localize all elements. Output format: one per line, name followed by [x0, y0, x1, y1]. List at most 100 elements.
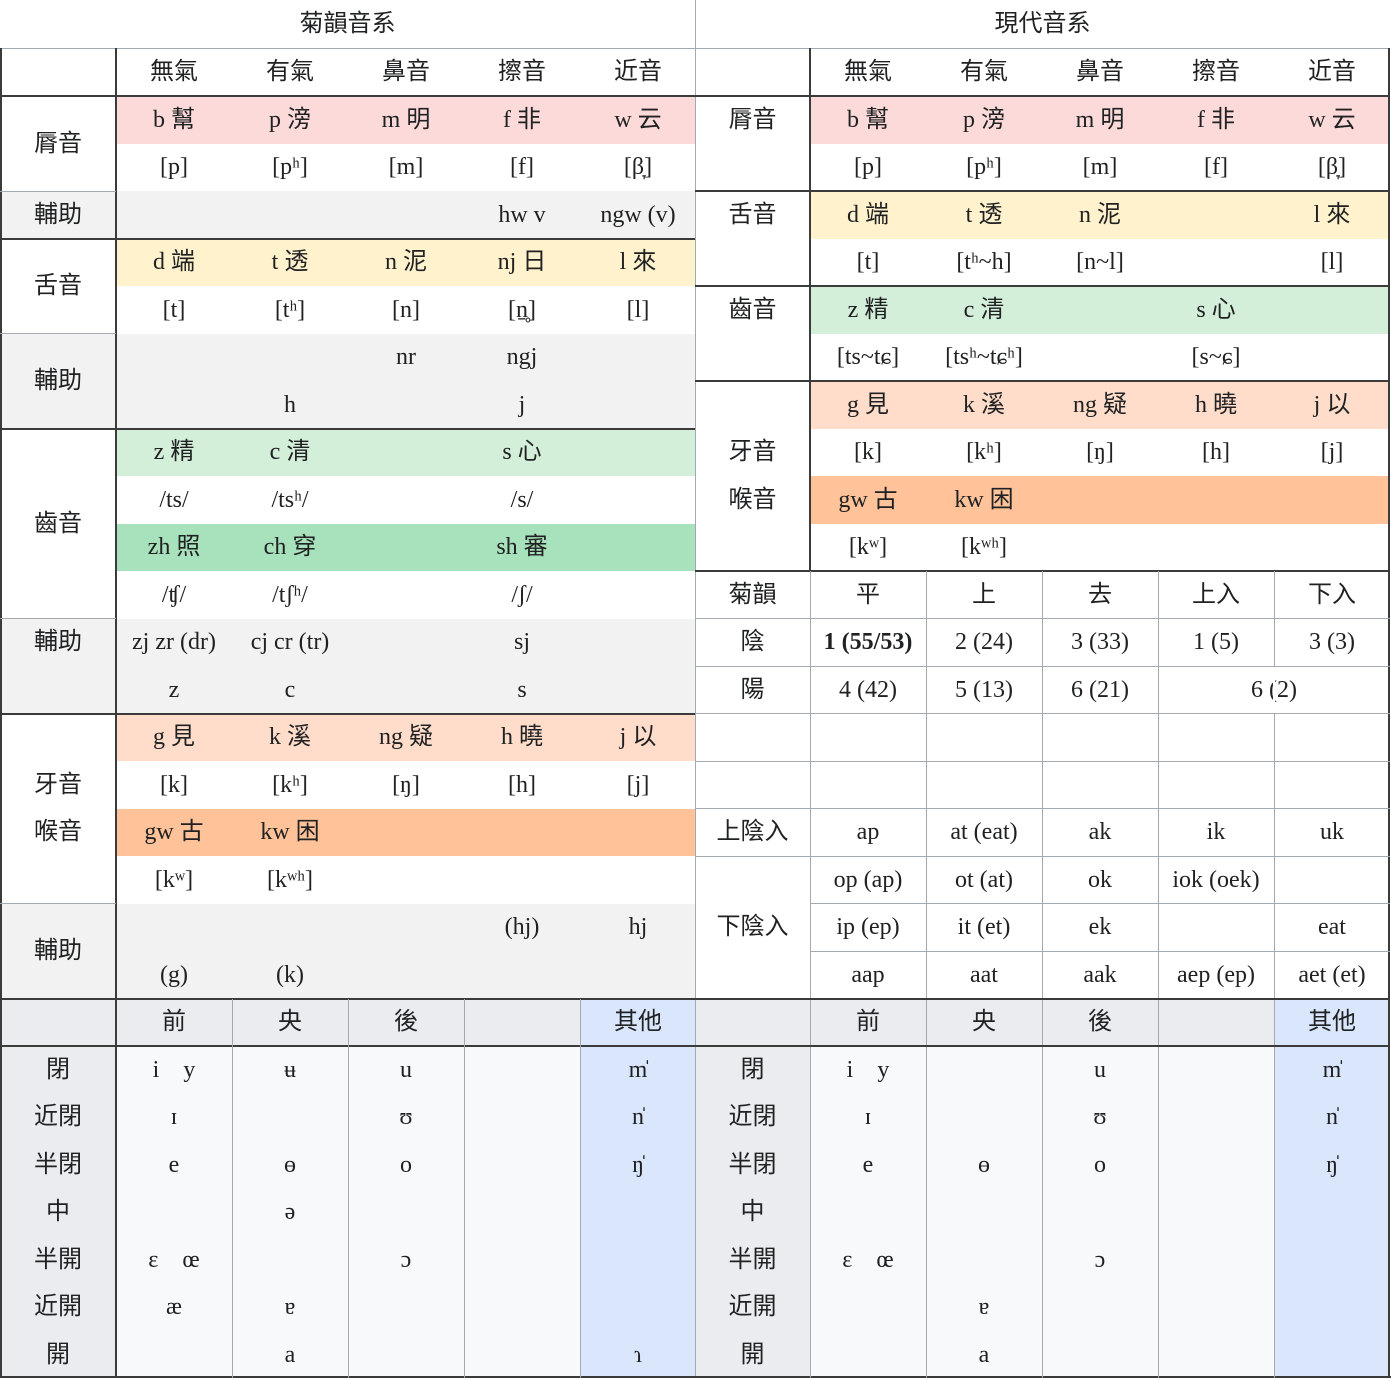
right-vowel-header: 後: [1088, 1009, 1112, 1036]
checked-lower-final: aet (et): [1298, 961, 1366, 988]
right-labiovelar-ipa: [kʷ]: [848, 534, 888, 561]
checked-upper-final: at (eat): [950, 819, 1018, 846]
left-aux-line: [0, 190, 116, 192]
checked-lower-final: ek: [1088, 914, 1112, 941]
right-labial-ipa: [p]: [854, 154, 882, 181]
right-vowel-height-label: 中: [740, 1199, 765, 1226]
left-vowel-back: o: [400, 1151, 412, 1178]
left-section-line: [0, 237, 695, 240]
right-manner-header: 近音: [1308, 59, 1356, 85]
left-velar-letter: ng 疑: [379, 724, 433, 751]
left-labial-letter: m 明: [381, 106, 431, 133]
left-labial-letter: f 非: [503, 106, 541, 133]
tone-yin-value: 3 (33): [1071, 629, 1129, 656]
right-labial-letter: p 滂: [963, 106, 1005, 133]
right-vowel-central: a: [978, 1341, 990, 1368]
tone-yin-value: 2 (24): [955, 629, 1013, 656]
left-labial-ipa: [β̞]: [623, 154, 653, 181]
right-coronal-ipa: [l]: [1320, 249, 1344, 276]
left-sibilant-phoneme: /s/: [510, 486, 534, 513]
left-retroflex-letter: zh 照: [147, 534, 201, 561]
right-row-line: [810, 903, 1390, 904]
left-coronal-aux-fricative: ngj: [506, 344, 538, 371]
checked-lower-final: op (ap): [833, 866, 903, 893]
tone-yin-value: 1 (5): [1193, 629, 1239, 656]
right-vowel-back: u: [1094, 1056, 1106, 1083]
right-coronal-letter: t 透: [965, 201, 1003, 228]
left-coronal-letter: n 泥: [385, 249, 427, 276]
left-vowel-height-label: 近開: [34, 1294, 82, 1321]
left-manner-header: 無氣: [150, 59, 198, 85]
right-labial-ipa: [m]: [1082, 154, 1118, 181]
right-labiovelar-ipa: [kʷʰ]: [961, 534, 1007, 561]
left-sibilant-aux-cell: z: [168, 676, 180, 703]
right-velar-letter: k 溪: [963, 391, 1005, 418]
phonology-comparison-tables: 菊韻音系 現代音系 無氣 有氣 鼻音 擦音 近音 無氣 有氣 鼻音 擦音 近音 脣音 b 幫 p 滂 m 明 f…: [0, 0, 1391, 1378]
left-labial-aux-approximant: ngw (v): [600, 201, 676, 228]
header-bottom-right: [695, 95, 1390, 97]
left-velar-ipa: [j]: [626, 771, 650, 798]
left-velar-ipa: [h]: [508, 771, 536, 798]
tone-yin-value: 1 (55/53): [823, 629, 913, 656]
right-row-line: [695, 618, 1390, 619]
right-velar-ipa: [j]: [1320, 439, 1344, 466]
left-labial-aux-label: 輔助: [34, 201, 82, 228]
right-vowel-back: ʊ: [1093, 1104, 1107, 1131]
right-coronal-label: 舌音: [728, 201, 777, 228]
left-coronal-aux-label: 輔助: [34, 368, 82, 394]
right-row-line: [695, 760, 1390, 762]
checked-upper-final: ak: [1088, 819, 1112, 846]
frame-mid: [694, 0, 696, 1378]
left-velar-letter: g 見: [153, 724, 195, 751]
right-velar-ipa: [ŋ]: [1086, 439, 1114, 466]
right-manner-header: 擦音: [1192, 59, 1240, 85]
right-coronal-letter: l 來: [1313, 201, 1351, 228]
tone-header: 去: [1088, 581, 1112, 608]
left-retroflex-phoneme: /ʃ/: [511, 581, 533, 608]
right-row-line: [810, 950, 1390, 952]
right-row-line: [695, 855, 1390, 857]
left-vowel-height-label: 半開: [34, 1246, 82, 1273]
right-manner-header: 鼻音: [1076, 59, 1124, 85]
right-vowel-header-top: [695, 997, 1390, 1000]
left-vowel-front: i y: [152, 1056, 196, 1083]
left-table-title: 菊韻音系: [299, 11, 396, 37]
left-vowel-central: ɐ: [284, 1294, 296, 1321]
tone-yang-value: 4 (42): [839, 676, 897, 703]
left-coronal-ipa: [l]: [626, 296, 650, 323]
tone-header: 上入: [1192, 581, 1240, 608]
left-velar-ipa: [kʰ]: [272, 771, 308, 798]
right-labial-letter: w 云: [1308, 106, 1356, 133]
left-vowel-col-line: [347, 998, 349, 1378]
tone-yang-value: 5 (13): [955, 676, 1013, 703]
left-section-line: [0, 427, 695, 430]
left-vowel-other: ɿ: [634, 1341, 642, 1368]
right-vowel-central: ɵ: [978, 1151, 990, 1178]
tone-yang-label: 陽: [740, 676, 765, 703]
right-vowel-back: o: [1094, 1151, 1106, 1178]
right-vowel-back: ɔ: [1094, 1246, 1106, 1273]
left-sibilant-aux-label: 輔助: [34, 629, 82, 656]
left-labial-ipa: [m]: [388, 154, 424, 181]
right-row-line: [695, 665, 1390, 667]
right-sibilant-letter: z 精: [847, 296, 889, 323]
left-sibilant-letter: c 清: [269, 439, 311, 466]
right-labiovelar-letter: gw 古: [838, 486, 898, 513]
left-vowel-col-line: [231, 998, 233, 1378]
right-coronal-letter: d 端: [847, 201, 889, 228]
left-velar-letter: k 溪: [269, 724, 311, 751]
right-section-line: [695, 285, 1390, 287]
left-vowel-back: ɔ: [400, 1246, 412, 1273]
right-grid-col-line: [1041, 571, 1043, 1378]
left-velar-aux-label: 輔助: [34, 938, 82, 964]
left-vowel-other: n̍: [632, 1104, 644, 1131]
left-coronal-letter: nj 日: [497, 249, 547, 276]
right-row-line: [695, 713, 1390, 714]
right-vowel-front: ɪ: [864, 1104, 872, 1131]
left-sibilant-letter: z 精: [153, 439, 195, 466]
left-vowel-col-line: [579, 998, 581, 1378]
left-vowel-other: m̍: [628, 1056, 648, 1083]
left-aux-line: [0, 618, 116, 619]
tone-header: 菊韻: [728, 581, 777, 608]
left-coronal-ipa: [n]: [392, 296, 420, 323]
